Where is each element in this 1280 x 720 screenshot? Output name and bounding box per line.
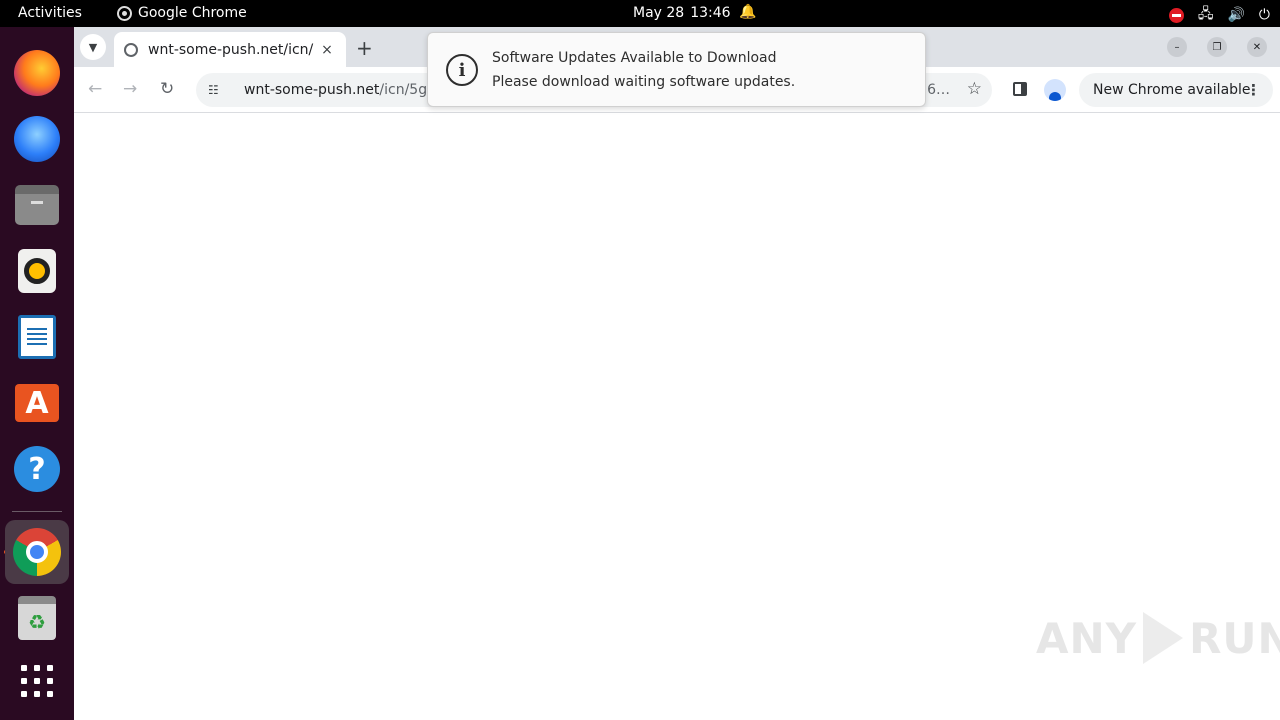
chevron-down-icon: ▼ bbox=[88, 40, 98, 54]
firefox-icon bbox=[14, 50, 60, 96]
watermark-left: ANY bbox=[1036, 613, 1138, 663]
side-panel-icon[interactable] bbox=[1013, 82, 1027, 96]
notification-title: Software Updates Available to Download bbox=[492, 50, 777, 66]
update-label: New Chrome available bbox=[1093, 82, 1251, 98]
info-icon: i bbox=[446, 54, 478, 86]
new-tab-button[interactable]: + bbox=[356, 36, 373, 60]
notification-bell-icon: 🔔 bbox=[739, 4, 757, 20]
dock-firefox[interactable] bbox=[5, 41, 69, 105]
power-icon: ⏻ bbox=[1258, 7, 1270, 23]
kebab-menu-icon: ⋮ bbox=[1246, 81, 1261, 99]
tab-active[interactable]: wnt-some-push.net/icn/ × bbox=[114, 32, 346, 67]
thunderbird-icon bbox=[14, 116, 60, 162]
activities-button[interactable]: Activities bbox=[18, 5, 82, 21]
notification-body: Please download waiting software updates… bbox=[492, 74, 796, 90]
tab-title: wnt-some-push.net/icn/ bbox=[148, 41, 314, 58]
bookmark-star-icon[interactable]: ☆ bbox=[967, 79, 982, 99]
software-store-icon: A bbox=[15, 384, 59, 422]
stop-indicator-icon bbox=[1168, 7, 1184, 23]
top-bar: Activities Google Chrome May 28 13:46 🔔 … bbox=[0, 0, 1280, 27]
reload-icon[interactable]: ↻ bbox=[160, 79, 174, 99]
app-grid-icon bbox=[21, 665, 53, 697]
trash-icon: ♻ bbox=[18, 596, 56, 640]
back-arrow-icon[interactable]: ← bbox=[88, 79, 102, 99]
watermark-right: RUN bbox=[1189, 613, 1280, 663]
minimize-button[interactable]: – bbox=[1167, 37, 1187, 57]
writer-icon bbox=[18, 315, 56, 359]
app-menu[interactable]: Google Chrome bbox=[117, 5, 247, 21]
clock-date: May 28 bbox=[633, 5, 685, 21]
dock-show-apps[interactable] bbox=[5, 649, 69, 713]
url-host: wnt-some-push.net bbox=[244, 82, 380, 98]
globe-icon bbox=[124, 42, 138, 57]
volume-icon: 🔊 bbox=[1227, 7, 1245, 23]
dock-writer[interactable] bbox=[5, 305, 69, 369]
site-info-icon[interactable]: ☷ bbox=[208, 83, 224, 97]
rhythmbox-icon bbox=[18, 249, 56, 293]
forward-arrow-icon[interactable]: → bbox=[123, 79, 137, 99]
play-icon bbox=[1143, 612, 1184, 664]
dock-files[interactable] bbox=[5, 173, 69, 237]
clock[interactable]: May 28 13:46 bbox=[633, 5, 731, 21]
dock-separator bbox=[12, 511, 62, 512]
anyrun-watermark: ANY RUN bbox=[1036, 612, 1280, 664]
system-status-area[interactable]: 🖧 🔊 ⏻ bbox=[1168, 3, 1270, 27]
files-icon bbox=[15, 185, 59, 225]
help-icon: ? bbox=[14, 446, 60, 492]
chrome-app-icon bbox=[117, 5, 132, 21]
app-menu-label: Google Chrome bbox=[138, 5, 247, 21]
chrome-icon bbox=[13, 528, 61, 576]
dock-rhythmbox[interactable] bbox=[5, 239, 69, 303]
dock-help[interactable]: ? bbox=[5, 437, 69, 501]
dock-chrome[interactable] bbox=[5, 520, 69, 584]
profile-avatar-icon[interactable] bbox=[1044, 79, 1066, 101]
tab-close-icon[interactable]: × bbox=[318, 42, 336, 58]
dock-software[interactable]: A bbox=[5, 371, 69, 435]
tab-search-button[interactable]: ▼ bbox=[80, 34, 106, 60]
notification-popup[interactable]: i Software Updates Available to Download… bbox=[427, 32, 926, 107]
maximize-button[interactable]: ❐ bbox=[1207, 37, 1227, 57]
network-icon: 🖧 bbox=[1197, 6, 1214, 22]
close-window-button[interactable]: ✕ bbox=[1247, 37, 1267, 57]
dock-thunderbird[interactable] bbox=[5, 107, 69, 171]
dock-trash[interactable]: ♻ bbox=[5, 586, 69, 650]
dock: A ? ♻ bbox=[0, 27, 74, 720]
clock-time: 13:46 bbox=[690, 5, 731, 21]
new-chrome-available-button[interactable]: New Chrome available ⋮ bbox=[1079, 73, 1273, 107]
